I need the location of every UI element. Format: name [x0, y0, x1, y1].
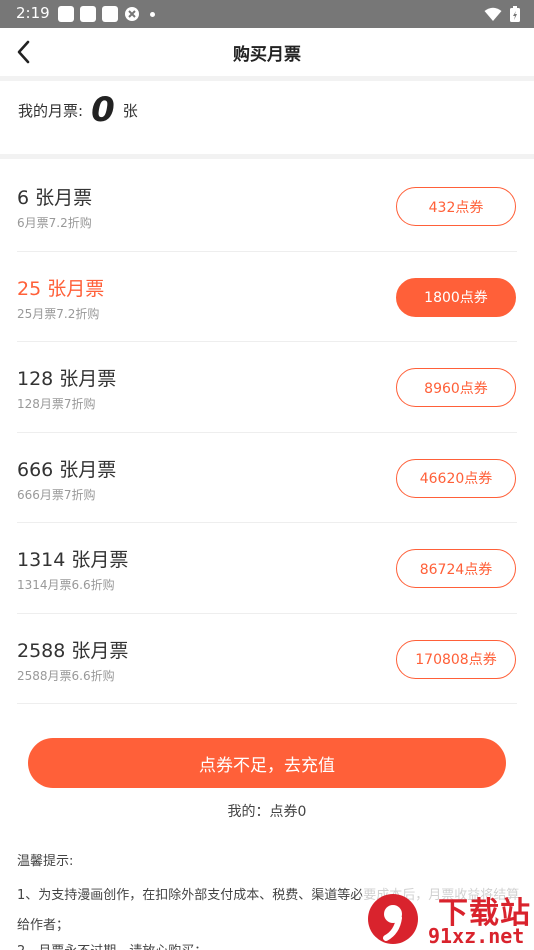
- package-item[interactable]: 1314 张月票 1314月票6.6折购 86724点券: [17, 523, 517, 614]
- package-item-selected[interactable]: 25 张月票 25月票7.2折购 1800点券: [17, 252, 517, 342]
- status-bar: 2:19: [0, 0, 534, 28]
- package-title: 1314 张月票: [17, 549, 129, 571]
- divider: [0, 76, 534, 81]
- sync-icon: [125, 7, 139, 21]
- package-price-button[interactable]: 46620点券: [396, 458, 516, 498]
- package-subtitle: 1314月票6.6折购: [17, 578, 115, 592]
- balance-unit: 张: [122, 101, 138, 120]
- notification-icon: [80, 6, 96, 22]
- package-title: 128 张月票: [17, 368, 117, 390]
- battery-icon: [510, 6, 520, 22]
- status-system-icons: [484, 6, 520, 22]
- package-price-button[interactable]: 1800点券: [396, 277, 516, 317]
- notification-icon: [102, 6, 118, 22]
- divider: [0, 154, 534, 159]
- notification-icon: [58, 6, 74, 22]
- watermark-url: 91xz.net: [428, 924, 525, 948]
- package-title: 6 张月票: [17, 187, 93, 209]
- package-title: 25 张月票: [17, 277, 105, 300]
- my-coupons-balance: 我的：点券0: [227, 804, 307, 820]
- package-item[interactable]: 128 张月票 128月票7折购 8960点券: [17, 342, 517, 433]
- nav-bar: 购买月票: [0, 28, 534, 76]
- recharge-button[interactable]: 点券不足，去充值: [28, 738, 506, 788]
- balance-value: 0: [91, 90, 115, 130]
- status-notification-icons: [58, 6, 155, 22]
- package-subtitle: 2588月票6.6折购: [17, 668, 115, 683]
- ticket-balance: 我的月票: 0 张: [18, 90, 138, 130]
- package-price-button[interactable]: 170808点券: [396, 639, 516, 679]
- watermark-logo-icon: [368, 894, 418, 944]
- package-subtitle: 6月票7.2折购: [17, 216, 92, 230]
- package-price-button[interactable]: 86724点券: [396, 549, 516, 588]
- package-price-button[interactable]: 8960点券: [396, 368, 516, 407]
- package-item[interactable]: 2588 张月票 2588月票6.6折购 170808点券: [17, 614, 517, 704]
- tips-title: 温馨提示:: [17, 854, 74, 869]
- package-title: 2588 张月票: [17, 639, 129, 662]
- page-title: 购买月票: [233, 45, 301, 65]
- balance-label: 我的月票:: [18, 101, 84, 120]
- watermark: 下载站 91xz.net: [362, 886, 534, 950]
- package-subtitle: 666月票7折购: [17, 487, 96, 502]
- package-title: 666 张月票: [17, 458, 117, 481]
- package-price-button[interactable]: 432点券: [396, 187, 516, 226]
- tips-line: 2、月票永不过期，请放心购买；: [17, 940, 207, 950]
- package-subtitle: 128月票7折购: [17, 397, 96, 411]
- package-list: 6 张月票 6月票7.2折购 432点券 25 张月票 25月票7.2折购 18…: [17, 161, 517, 704]
- package-item[interactable]: 666 张月票 666月票7折购 46620点券: [17, 433, 517, 523]
- tips-line: 给作者；: [17, 918, 70, 933]
- status-time: 2:19: [16, 4, 50, 22]
- package-subtitle: 25月票7.2折购: [17, 306, 100, 321]
- more-notifications-dot: [150, 11, 155, 17]
- package-item[interactable]: 6 张月票 6月票7.2折购 432点券: [17, 161, 517, 252]
- wifi-icon: [484, 7, 502, 21]
